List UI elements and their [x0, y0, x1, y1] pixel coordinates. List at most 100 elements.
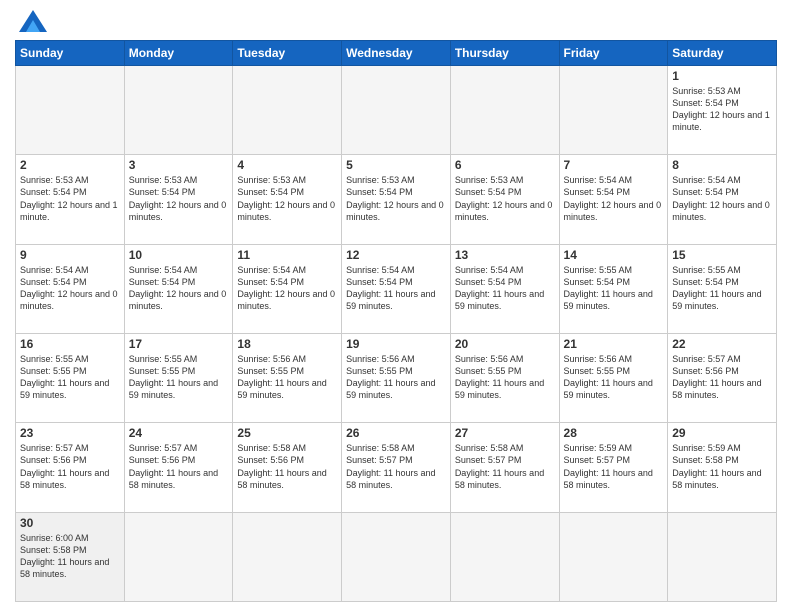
calendar-day-header: Monday: [124, 41, 233, 66]
cell-info: Sunrise: 5:55 AM Sunset: 5:54 PM Dayligh…: [564, 264, 664, 313]
calendar-cell: 1Sunrise: 5:53 AM Sunset: 5:54 PM Daylig…: [668, 66, 777, 155]
calendar-cell: 14 Sunrise: 5:55 AM Sunset: 5:54 PM Dayli…: [559, 244, 668, 333]
day-number: 27: [455, 426, 555, 440]
day-number: 4: [237, 158, 337, 172]
day-number: 9: [20, 248, 120, 262]
cell-info: Sunrise: 5:55 AM Sunset: 5:55 PM Dayligh…: [129, 353, 229, 402]
calendar-week-row: 1Sunrise: 5:53 AM Sunset: 5:54 PM Daylig…: [16, 66, 777, 155]
cell-info: Sunrise: 5:58 AM Sunset: 5:56 PM Dayligh…: [237, 442, 337, 491]
calendar-cell: [559, 66, 668, 155]
calendar-day-header: Thursday: [450, 41, 559, 66]
calendar-cell: 10Sunrise: 5:54 AM Sunset: 5:54 PM Dayli…: [124, 244, 233, 333]
day-number: 11: [237, 248, 337, 262]
day-number: 2: [20, 158, 120, 172]
calendar-cell: 11 Sunrise: 5:54 AM Sunset: 5:54 PM Dayli…: [233, 244, 342, 333]
calendar-week-row: 23 Sunrise: 5:57 AM Sunset: 5:56 PM Dayli…: [16, 423, 777, 512]
calendar-cell: [668, 512, 777, 601]
calendar-cell: 9 Sunrise: 5:54 AM Sunset: 5:54 PM Daylig…: [16, 244, 125, 333]
cell-info: Sunrise: 5:54 AM Sunset: 5:54 PM Dayligh…: [237, 264, 337, 313]
calendar-cell: 17 Sunrise: 5:55 AM Sunset: 5:55 PM Dayli…: [124, 333, 233, 422]
day-number: 18: [237, 337, 337, 351]
calendar-cell: [450, 512, 559, 601]
cell-info: Sunrise: 5:59 AM Sunset: 5:57 PM Dayligh…: [564, 442, 664, 491]
calendar-cell: 26Sunrise: 5:58 AM Sunset: 5:57 PM Dayli…: [342, 423, 451, 512]
day-number: 14: [564, 248, 664, 262]
cell-info: Sunrise: 5:53 AM Sunset: 5:54 PM Dayligh…: [20, 174, 120, 223]
day-number: 20: [455, 337, 555, 351]
cell-info: Sunrise: 5:54 AM Sunset: 5:54 PM Dayligh…: [455, 264, 555, 313]
calendar-day-header: Tuesday: [233, 41, 342, 66]
calendar-cell: [233, 66, 342, 155]
day-number: 15: [672, 248, 772, 262]
cell-info: Sunrise: 5:53 AM Sunset: 5:54 PM Dayligh…: [346, 174, 446, 223]
day-number: 22: [672, 337, 772, 351]
calendar-cell: 21Sunrise: 5:56 AM Sunset: 5:55 PM Dayli…: [559, 333, 668, 422]
calendar-table: SundayMondayTuesdayWednesdayThursdayFrid…: [15, 40, 777, 602]
cell-info: Sunrise: 5:55 AM Sunset: 5:54 PM Dayligh…: [672, 264, 772, 313]
calendar-cell: 13 Sunrise: 5:54 AM Sunset: 5:54 PM Dayli…: [450, 244, 559, 333]
calendar-cell: 2 Sunrise: 5:53 AM Sunset: 5:54 PM Daylig…: [16, 155, 125, 244]
day-number: 17: [129, 337, 229, 351]
calendar-cell: [233, 512, 342, 601]
cell-info: Sunrise: 5:54 AM Sunset: 5:54 PM Dayligh…: [564, 174, 664, 223]
calendar-cell: 7 Sunrise: 5:54 AM Sunset: 5:54 PM Daylig…: [559, 155, 668, 244]
page: SundayMondayTuesdayWednesdayThursdayFrid…: [0, 0, 792, 612]
day-number: 30: [20, 516, 120, 530]
day-number: 24: [129, 426, 229, 440]
day-number: 3: [129, 158, 229, 172]
calendar-cell: 3 Sunrise: 5:53 AM Sunset: 5:54 PM Daylig…: [124, 155, 233, 244]
calendar-cell: [342, 66, 451, 155]
logo-icon: [19, 10, 47, 32]
day-number: 12: [346, 248, 446, 262]
cell-info: Sunrise: 5:56 AM Sunset: 5:55 PM Dayligh…: [564, 353, 664, 402]
logo: [15, 10, 47, 32]
calendar-cell: [559, 512, 668, 601]
calendar-cell: 27 Sunrise: 5:58 AM Sunset: 5:57 PM Dayli…: [450, 423, 559, 512]
logo-text: [15, 10, 47, 32]
day-number: 23: [20, 426, 120, 440]
day-number: 26: [346, 426, 446, 440]
calendar-week-row: 9 Sunrise: 5:54 AM Sunset: 5:54 PM Daylig…: [16, 244, 777, 333]
cell-info: Sunrise: 5:53 AM Sunset: 5:54 PM Dayligh…: [672, 85, 772, 134]
cell-info: Sunrise: 5:53 AM Sunset: 5:54 PM Dayligh…: [129, 174, 229, 223]
calendar-cell: 29Sunrise: 5:59 AM Sunset: 5:58 PM Dayli…: [668, 423, 777, 512]
cell-info: Sunrise: 5:54 AM Sunset: 5:54 PM Dayligh…: [129, 264, 229, 313]
header: [15, 10, 777, 32]
day-number: 13: [455, 248, 555, 262]
calendar-cell: [16, 66, 125, 155]
calendar-cell: 15 Sunrise: 5:55 AM Sunset: 5:54 PM Dayli…: [668, 244, 777, 333]
cell-info: Sunrise: 5:57 AM Sunset: 5:56 PM Dayligh…: [129, 442, 229, 491]
calendar-day-header: Wednesday: [342, 41, 451, 66]
day-number: 19: [346, 337, 446, 351]
calendar-cell: 23 Sunrise: 5:57 AM Sunset: 5:56 PM Dayli…: [16, 423, 125, 512]
cell-info: Sunrise: 5:54 AM Sunset: 5:54 PM Dayligh…: [346, 264, 446, 313]
calendar-week-row: 30 Sunrise: 6:00 AM Sunset: 5:58 PM Dayli…: [16, 512, 777, 601]
cell-info: Sunrise: 5:56 AM Sunset: 5:55 PM Dayligh…: [455, 353, 555, 402]
cell-info: Sunrise: 5:59 AM Sunset: 5:58 PM Dayligh…: [672, 442, 772, 491]
calendar-cell: 19 Sunrise: 5:56 AM Sunset: 5:55 PM Dayli…: [342, 333, 451, 422]
cell-info: Sunrise: 5:58 AM Sunset: 5:57 PM Dayligh…: [455, 442, 555, 491]
calendar-cell: 8 Sunrise: 5:54 AM Sunset: 5:54 PM Daylig…: [668, 155, 777, 244]
calendar-cell: [450, 66, 559, 155]
calendar-cell: 18Sunrise: 5:56 AM Sunset: 5:55 PM Dayli…: [233, 333, 342, 422]
cell-info: Sunrise: 5:54 AM Sunset: 5:54 PM Dayligh…: [672, 174, 772, 223]
calendar-cell: 16Sunrise: 5:55 AM Sunset: 5:55 PM Dayli…: [16, 333, 125, 422]
day-number: 8: [672, 158, 772, 172]
calendar-cell: 12 Sunrise: 5:54 AM Sunset: 5:54 PM Dayli…: [342, 244, 451, 333]
cell-info: Sunrise: 5:53 AM Sunset: 5:54 PM Dayligh…: [455, 174, 555, 223]
day-number: 5: [346, 158, 446, 172]
calendar-day-header: Friday: [559, 41, 668, 66]
calendar-cell: 5 Sunrise: 5:53 AM Sunset: 5:54 PM Daylig…: [342, 155, 451, 244]
cell-info: Sunrise: 5:57 AM Sunset: 5:56 PM Dayligh…: [20, 442, 120, 491]
day-number: 25: [237, 426, 337, 440]
calendar-cell: [342, 512, 451, 601]
cell-info: Sunrise: 6:00 AM Sunset: 5:58 PM Dayligh…: [20, 532, 120, 581]
calendar-cell: 24 Sunrise: 5:57 AM Sunset: 5:56 PM Dayli…: [124, 423, 233, 512]
cell-info: Sunrise: 5:56 AM Sunset: 5:55 PM Dayligh…: [346, 353, 446, 402]
calendar-cell: 20 Sunrise: 5:56 AM Sunset: 5:55 PM Dayli…: [450, 333, 559, 422]
calendar-cell: 6Sunrise: 5:53 AM Sunset: 5:54 PM Daylig…: [450, 155, 559, 244]
calendar-cell: 25 Sunrise: 5:58 AM Sunset: 5:56 PM Dayli…: [233, 423, 342, 512]
day-number: 7: [564, 158, 664, 172]
cell-info: Sunrise: 5:54 AM Sunset: 5:54 PM Dayligh…: [20, 264, 120, 313]
cell-info: Sunrise: 5:57 AM Sunset: 5:56 PM Dayligh…: [672, 353, 772, 402]
